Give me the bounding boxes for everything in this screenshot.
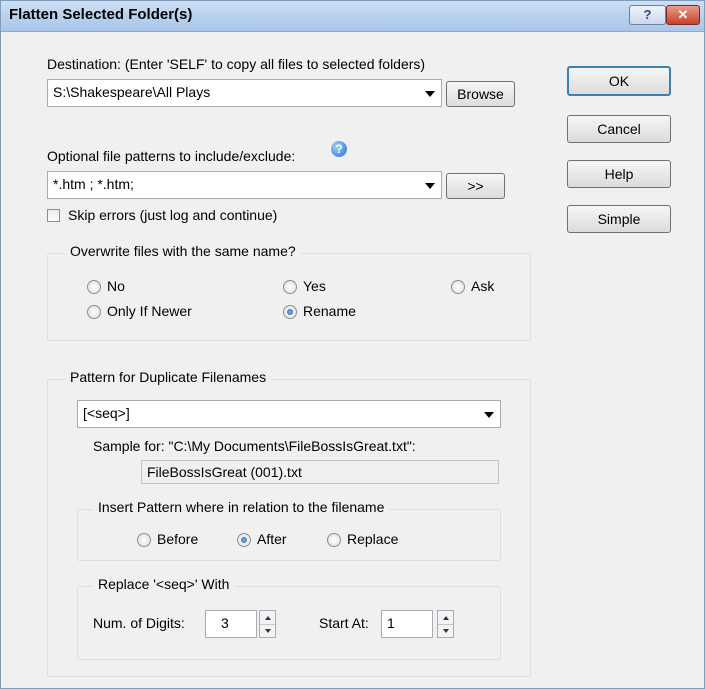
replace-legend: Replace '<seq>' With bbox=[93, 576, 235, 592]
spin-down-icon[interactable] bbox=[260, 624, 275, 637]
overwrite-label-only-if-newer: Only If Newer bbox=[107, 303, 192, 319]
duplicate-pattern-combo[interactable]: [<seq>] bbox=[77, 400, 501, 428]
expand-patterns-button[interactable]: >> bbox=[446, 173, 505, 199]
ok-button[interactable]: OK bbox=[567, 66, 671, 96]
digits-label: Num. of Digits: bbox=[93, 615, 185, 631]
spin-up-icon[interactable] bbox=[438, 611, 453, 624]
sample-preview: FileBossIsGreat (001).txt bbox=[141, 460, 499, 484]
help-button[interactable]: Help bbox=[567, 160, 671, 188]
spin-down-icon[interactable] bbox=[438, 624, 453, 637]
start-value: 1 bbox=[387, 615, 395, 631]
start-input[interactable]: 1 bbox=[381, 610, 433, 638]
chevron-down-icon bbox=[425, 183, 435, 189]
overwrite-label-ask: Ask bbox=[471, 278, 495, 294]
overwrite-radio-ask[interactable] bbox=[451, 280, 465, 294]
skip-errors-checkbox[interactable] bbox=[47, 209, 60, 222]
insert-radio-replace[interactable] bbox=[327, 533, 341, 547]
insert-label-replace: Replace bbox=[347, 531, 399, 547]
insert-legend: Insert Pattern where in relation to the … bbox=[93, 499, 390, 515]
destination-combo[interactable]: S:\Shakespeare\All Plays bbox=[47, 79, 442, 107]
flatten-dialog: Flatten Selected Folder(s) ? ✕ Destinati… bbox=[0, 0, 705, 689]
browse-button[interactable]: Browse bbox=[446, 81, 515, 107]
duplicate-pattern-value: [<seq>] bbox=[83, 405, 130, 421]
info-help-icon[interactable]: ? bbox=[331, 141, 347, 157]
patterns-value: *.htm ; *.htm; bbox=[53, 176, 134, 192]
overwrite-radio-yes[interactable] bbox=[283, 280, 297, 294]
skip-errors-label: Skip errors (just log and continue) bbox=[68, 207, 278, 223]
overwrite-legend: Overwrite files with the same name? bbox=[65, 243, 301, 259]
insert-label-before: Before bbox=[157, 531, 199, 547]
digits-value: 3 bbox=[221, 615, 229, 631]
insert-radio-before[interactable] bbox=[137, 533, 151, 547]
overwrite-radio-only-if-newer[interactable] bbox=[87, 305, 101, 319]
cancel-button[interactable]: Cancel bbox=[567, 115, 671, 143]
insert-label-after: After bbox=[257, 531, 287, 547]
chevron-down-icon bbox=[425, 91, 435, 97]
insert-radio-after[interactable] bbox=[237, 533, 251, 547]
window-title: Flatten Selected Folder(s) bbox=[9, 6, 193, 23]
digits-input[interactable]: 3 bbox=[205, 610, 257, 638]
patterns-combo[interactable]: *.htm ; *.htm; bbox=[47, 171, 442, 199]
chevron-down-icon bbox=[484, 412, 494, 418]
spin-up-icon[interactable] bbox=[260, 611, 275, 624]
digits-spinner[interactable] bbox=[259, 610, 276, 638]
overwrite-radio-rename[interactable] bbox=[283, 305, 297, 319]
simple-button[interactable]: Simple bbox=[567, 205, 671, 233]
start-spinner[interactable] bbox=[437, 610, 454, 638]
overwrite-label-rename: Rename bbox=[303, 303, 356, 319]
overwrite-radio-no[interactable] bbox=[87, 280, 101, 294]
sample-value: FileBossIsGreat (001).txt bbox=[147, 464, 302, 480]
patterns-label: Optional file patterns to include/exclud… bbox=[47, 148, 296, 164]
overwrite-label-yes: Yes bbox=[303, 278, 326, 294]
sample-label: Sample for: "C:\My Documents\FileBossIsG… bbox=[93, 438, 416, 454]
destination-label: Destination: (Enter 'SELF' to copy all f… bbox=[47, 56, 426, 72]
title-bar[interactable]: Flatten Selected Folder(s) ? ✕ bbox=[1, 1, 704, 32]
overwrite-label-no: No bbox=[107, 278, 125, 294]
duplicates-legend: Pattern for Duplicate Filenames bbox=[65, 369, 272, 385]
overwrite-group bbox=[47, 253, 531, 341]
destination-value: S:\Shakespeare\All Plays bbox=[53, 84, 211, 100]
close-button[interactable]: ✕ bbox=[666, 5, 700, 25]
start-label: Start At: bbox=[319, 615, 369, 631]
title-help-button[interactable]: ? bbox=[629, 5, 666, 25]
